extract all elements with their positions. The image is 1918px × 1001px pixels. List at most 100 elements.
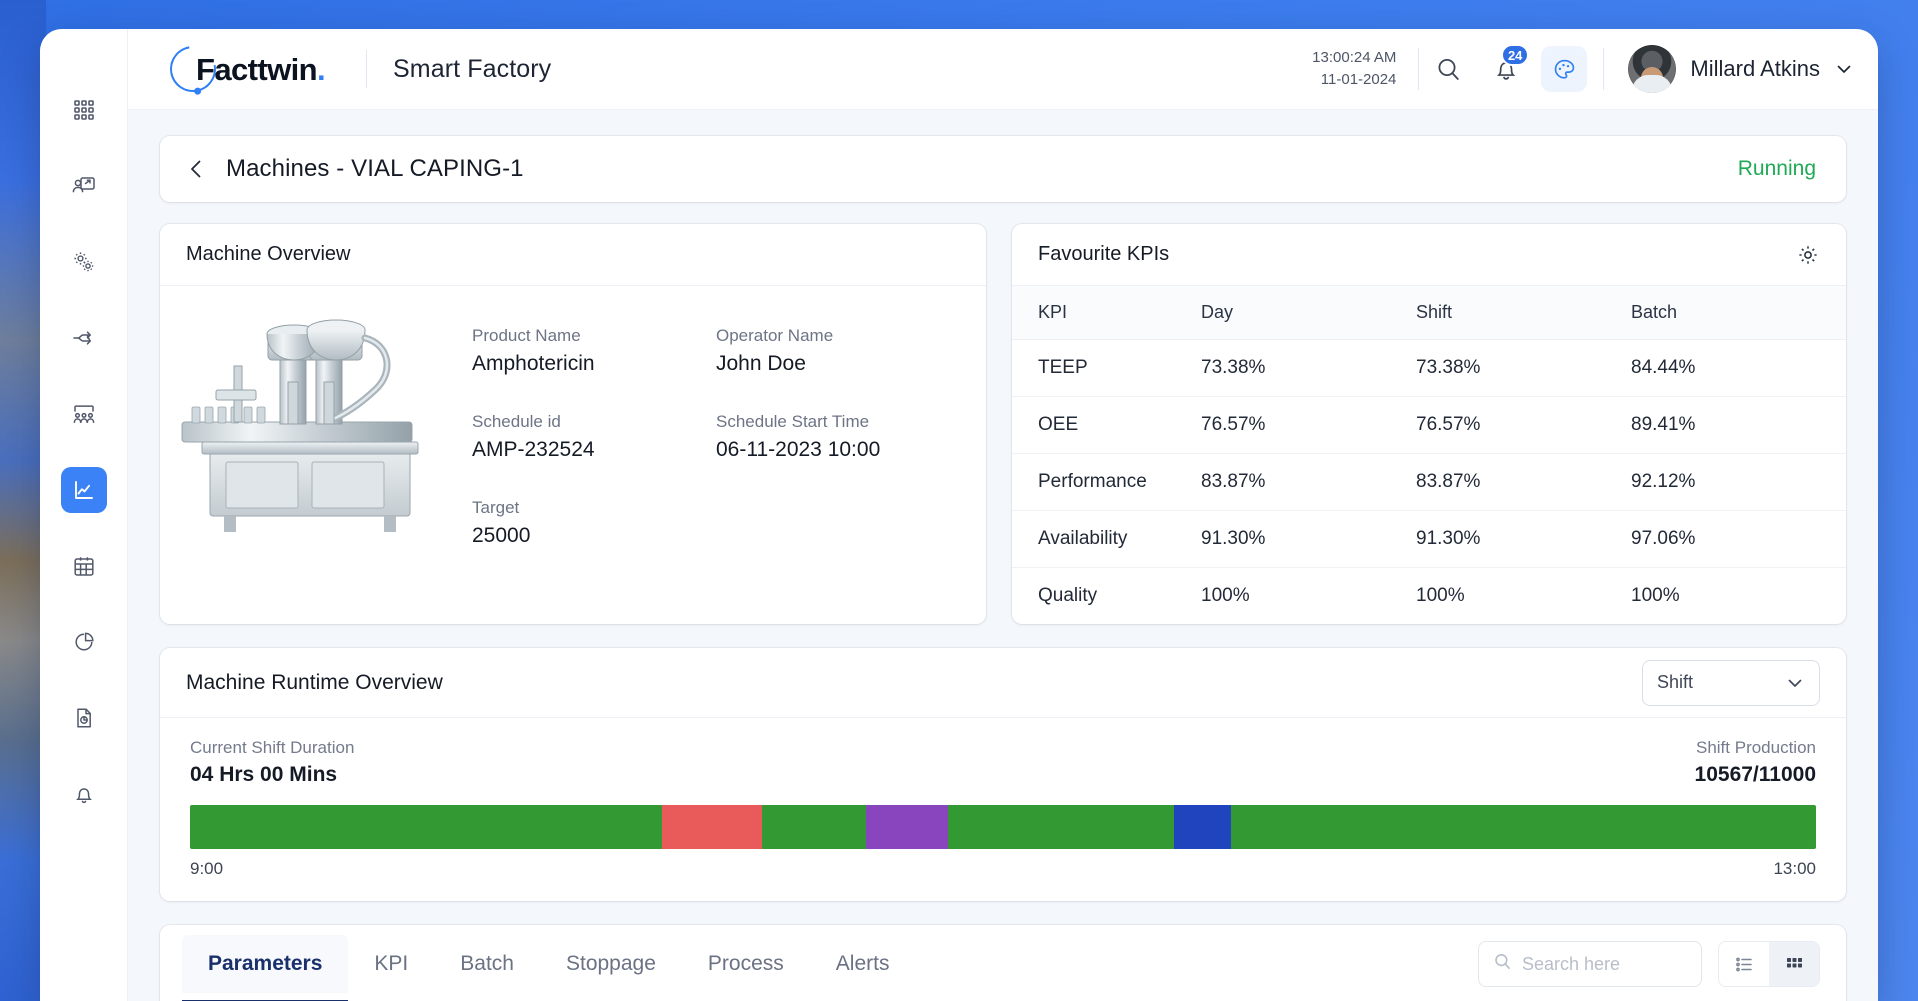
sidebar-item-team[interactable] (61, 391, 107, 437)
field-value: 06-11-2023 10:00 (716, 438, 960, 462)
tab-alerts[interactable]: Alerts (810, 935, 916, 993)
timeline-segment-running-4[interactable] (948, 805, 1174, 849)
header-divider-2 (1418, 48, 1419, 90)
user-menu[interactable]: Millard Atkins (1604, 45, 1854, 93)
back-icon[interactable] (186, 158, 226, 180)
cell-day: 83.87% (1201, 454, 1416, 511)
sidebar-item-apps-grid[interactable] (61, 87, 107, 133)
cell-kpi: Quality (1012, 568, 1201, 625)
brand-dot: . (317, 52, 325, 87)
sidebar-item-bell[interactable] (61, 771, 107, 817)
status-badge: Running (1738, 157, 1816, 181)
tab-label: Parameters (208, 952, 322, 976)
favourite-kpis-header: Favourite KPIs (1012, 224, 1846, 286)
sidebar-item-shuffle[interactable] (61, 315, 107, 361)
timeline-segment-running-0[interactable] (190, 805, 662, 849)
runtime-range-select[interactable]: Shift (1642, 660, 1820, 706)
clock-date: 11-01-2024 (1312, 69, 1396, 92)
sidebar-item-report-file[interactable] (61, 695, 107, 741)
tab-parameters[interactable]: Parameters (182, 935, 348, 993)
search-icon (1493, 952, 1512, 976)
cell-shift: 73.38% (1416, 340, 1631, 397)
user-name: Millard Atkins (1690, 56, 1820, 82)
detail-tabs-card: Parameters KPI Batch Stoppage Process Al… (160, 925, 1846, 1001)
kpi-col-kpi: KPI (1012, 286, 1201, 340)
overview-row: Machine Overview (160, 224, 1846, 624)
shift-duration-label: Current Shift Duration (190, 738, 354, 758)
favourite-kpis-title: Favourite KPIs (1038, 243, 1169, 266)
chevron-down-icon[interactable] (1834, 59, 1854, 79)
table-row: Availability 91.30% 91.30% 97.06% (1012, 511, 1846, 568)
table-row: Quality 100% 100% 100% (1012, 568, 1846, 625)
table-row: TEEP 73.38% 73.38% 84.44% (1012, 340, 1846, 397)
logo-mark: Facttwin. (158, 44, 354, 94)
tab-kpi[interactable]: KPI (348, 935, 434, 993)
clock: 13:00:24 AM 11-01-2024 (1312, 47, 1418, 92)
field-label: Schedule id (472, 412, 716, 432)
palette-icon[interactable] (1541, 46, 1587, 92)
shift-duration: Current Shift Duration 04 Hrs 00 Mins (190, 738, 354, 787)
main-content: Machines - VIAL CAPING-1 Running Machine… (128, 110, 1878, 1001)
view-toggle (1718, 941, 1820, 987)
tab-batch[interactable]: Batch (434, 935, 540, 993)
runtime-header: Machine Runtime Overview Shift (160, 648, 1846, 718)
field-value: AMP-232524 (472, 438, 716, 462)
tab-label: Alerts (836, 952, 890, 976)
timeline-start-label: 9:00 (190, 859, 223, 879)
search-input[interactable] (1522, 954, 1687, 975)
field-label: Schedule Start Time (716, 412, 960, 432)
tab-label: KPI (374, 952, 408, 976)
notification-badge: 24 (1501, 44, 1529, 66)
field-label: Target (472, 498, 716, 518)
machine-image (172, 304, 472, 558)
tab-label: Batch (460, 952, 514, 976)
timeline-segment-running-2[interactable] (762, 805, 866, 849)
field-value: John Doe (716, 352, 960, 376)
sidebar-item-pie-chart[interactable] (61, 619, 107, 665)
list-view-icon[interactable] (1719, 942, 1769, 986)
cell-day: 73.38% (1201, 340, 1416, 397)
cell-day: 100% (1201, 568, 1416, 625)
timeline-segment-changeover-3[interactable] (866, 805, 947, 849)
clock-time: 13:00:24 AM (1312, 47, 1396, 70)
field-value: Amphotericin (472, 352, 716, 376)
runtime-timeline[interactable] (190, 805, 1816, 849)
cell-batch: 100% (1631, 568, 1846, 625)
sidebar-item-user-screen[interactable] (61, 163, 107, 209)
cell-day: 76.57% (1201, 397, 1416, 454)
cell-day: 91.30% (1201, 511, 1416, 568)
sidebar-item-gears[interactable] (61, 239, 107, 285)
avatar (1628, 45, 1676, 93)
header-right: 13:00:24 AM 11-01-2024 24 (1312, 45, 1854, 93)
tabs-row: Parameters KPI Batch Stoppage Process Al… (160, 925, 1846, 1001)
app-window: Facttwin. Smart Factory 13:00:24 AM 11-0… (40, 29, 1878, 1001)
cell-kpi: OEE (1012, 397, 1201, 454)
sidebar-item-calendar[interactable] (61, 543, 107, 589)
favourite-kpis-card: Favourite KPIs KPI Day Shift (1012, 224, 1846, 624)
cell-batch: 92.12% (1631, 454, 1846, 511)
brand-name: Facttwin. (196, 52, 325, 88)
timeline-segment-running-6[interactable] (1231, 805, 1816, 849)
search-icon[interactable] (1425, 46, 1471, 92)
runtime-summary: Current Shift Duration 04 Hrs 00 Mins Sh… (190, 738, 1816, 787)
search-box[interactable] (1478, 941, 1702, 987)
kpi-table-header-row: KPI Day Shift Batch (1012, 286, 1846, 340)
timeline-segment-idle-5[interactable] (1174, 805, 1231, 849)
runtime-title: Machine Runtime Overview (186, 671, 443, 695)
cell-batch: 97.06% (1631, 511, 1846, 568)
tab-stoppage[interactable]: Stoppage (540, 935, 682, 993)
tab-process[interactable]: Process (682, 935, 810, 993)
brand-logo[interactable]: Facttwin. (158, 44, 354, 94)
cell-shift: 100% (1416, 568, 1631, 625)
gear-icon[interactable] (1796, 243, 1820, 267)
cell-shift: 83.87% (1416, 454, 1631, 511)
sidebar (40, 29, 128, 1001)
kpi-col-day: Day (1201, 286, 1416, 340)
timeline-end-label: 13:00 (1773, 859, 1816, 879)
timeline-segment-stopped-1[interactable] (662, 805, 763, 849)
grid-view-icon[interactable] (1769, 942, 1819, 986)
sidebar-item-analytics[interactable] (61, 467, 107, 513)
notifications-button[interactable]: 24 (1483, 46, 1529, 92)
shift-production-label: Shift Production (1695, 738, 1816, 758)
cell-batch: 89.41% (1631, 397, 1846, 454)
